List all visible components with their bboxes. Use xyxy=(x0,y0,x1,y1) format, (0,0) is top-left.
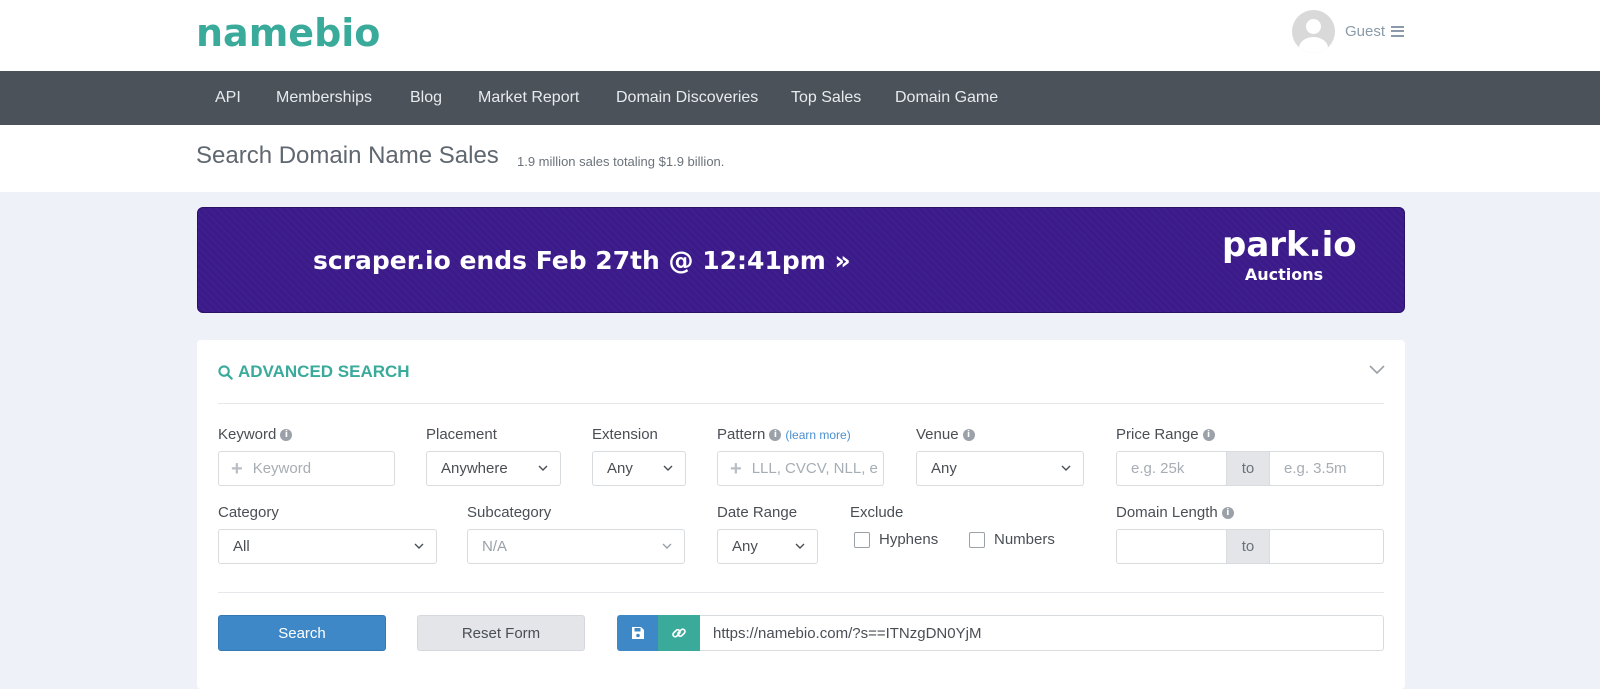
link-icon[interactable] xyxy=(658,615,700,651)
chevron-down-icon xyxy=(795,543,805,549)
plus-icon: + xyxy=(231,457,243,480)
extension-select[interactable]: Any xyxy=(592,451,686,486)
share-url-input[interactable]: https://namebio.com/?s==ITNzgDN0YjM xyxy=(700,615,1384,651)
search-button[interactable]: Search xyxy=(218,615,386,651)
advanced-search-panel: ADVANCED SEARCH Keyword i Placement Exten… xyxy=(197,340,1405,689)
advanced-search-toggle[interactable]: ADVANCED SEARCH xyxy=(218,362,410,382)
info-icon: i xyxy=(769,428,782,441)
advanced-search-title: ADVANCED SEARCH xyxy=(238,362,410,381)
reset-form-button[interactable]: Reset Form xyxy=(417,615,585,651)
nav-item-domain-discoveries[interactable]: Domain Discoveries xyxy=(616,71,758,125)
category-label: Category xyxy=(218,504,279,521)
exclude-numbers-checkbox[interactable]: Numbers xyxy=(969,531,1055,548)
keyword-label: Keyword i xyxy=(218,426,293,443)
nav-item-top-sales[interactable]: Top Sales xyxy=(791,71,861,125)
domain-length-to: to xyxy=(1227,529,1269,564)
hamburger-menu-icon[interactable] xyxy=(1391,25,1405,37)
chevron-down-icon xyxy=(662,543,672,549)
nav-item-domain-game[interactable]: Domain Game xyxy=(895,71,998,125)
nav-item-api[interactable]: API xyxy=(215,71,241,125)
domain-length-max-input[interactable] xyxy=(1269,529,1384,564)
subcategory-label: Subcategory xyxy=(467,504,552,521)
plus-icon: + xyxy=(730,457,742,480)
auction-banner[interactable]: scraper.io ends Feb 27th @ 12:41pm » par… xyxy=(197,207,1405,313)
info-icon: i xyxy=(1202,428,1215,441)
placement-label: Placement xyxy=(426,426,497,443)
nav-item-blog[interactable]: Blog xyxy=(410,71,442,125)
chevron-down-icon[interactable] xyxy=(1369,365,1385,375)
info-icon: i xyxy=(280,428,293,441)
page-header: Search Domain Name Sales 1.9 million sal… xyxy=(0,125,1600,192)
price-max-input[interactable]: e.g. 3.5m xyxy=(1269,451,1384,486)
user-name[interactable]: Guest xyxy=(1345,23,1385,40)
venue-select[interactable]: Any xyxy=(916,451,1084,486)
page-subtitle: 1.9 million sales totaling $1.9 billion. xyxy=(517,154,725,169)
info-icon: i xyxy=(1221,506,1234,519)
info-icon: i xyxy=(962,428,975,441)
learn-more-link[interactable]: (learn more) xyxy=(785,428,850,442)
keyword-input[interactable]: + Keyword xyxy=(218,451,395,486)
price-range-label: Price Range i xyxy=(1116,426,1215,443)
avatar-icon[interactable] xyxy=(1292,9,1335,53)
date-range-label: Date Range xyxy=(717,504,798,521)
share-url-group: https://namebio.com/?s==ITNzgDN0YjM xyxy=(617,615,1384,651)
subcategory-select[interactable]: N/A xyxy=(467,529,685,564)
chevron-down-icon xyxy=(663,465,673,471)
venue-label: Venue i xyxy=(916,426,975,443)
page-title: Search Domain Name Sales xyxy=(196,142,499,169)
banner-text: scraper.io ends Feb 27th @ 12:41pm » xyxy=(313,246,851,275)
chevron-down-icon xyxy=(538,465,548,471)
date-range-select[interactable]: Any xyxy=(717,529,818,564)
chevron-down-icon xyxy=(414,543,424,549)
domain-length-min-input[interactable] xyxy=(1116,529,1227,564)
nav-item-market-report[interactable]: Market Report xyxy=(478,71,579,125)
banner-brand-name: park.io xyxy=(1222,225,1357,265)
exclude-label: Exclude xyxy=(850,504,904,521)
nav-item-memberships[interactable]: Memberships xyxy=(276,71,372,125)
search-icon xyxy=(218,364,233,380)
top-bar: namebio Guest xyxy=(0,0,1600,71)
extension-label: Extension xyxy=(592,426,658,443)
save-icon[interactable] xyxy=(617,615,658,651)
domain-length-label: Domain Length i xyxy=(1116,504,1234,521)
checkbox-box[interactable] xyxy=(969,531,985,548)
divider xyxy=(218,592,1384,593)
placement-select[interactable]: Anywhere xyxy=(426,451,561,486)
exclude-hyphens-checkbox[interactable]: Hyphens xyxy=(854,531,938,548)
user-menu[interactable]: Guest xyxy=(1292,9,1405,53)
divider xyxy=(218,403,1384,404)
namebio-logo[interactable]: namebio xyxy=(196,10,380,56)
category-select[interactable]: All xyxy=(218,529,437,564)
banner-brand-sub: Auctions xyxy=(1244,265,1324,284)
pattern-label: Pattern i (learn more) xyxy=(717,426,851,443)
pattern-input[interactable]: + LLL, CVCV, NLL, e xyxy=(717,451,884,486)
price-range-to: to xyxy=(1227,451,1269,486)
price-min-input[interactable]: e.g. 25k xyxy=(1116,451,1227,486)
banner-brand-logo: park.io Auctions xyxy=(1222,225,1357,285)
main-nav: API Memberships Blog Market Report Domai… xyxy=(0,71,1600,125)
chevron-down-icon xyxy=(1061,465,1071,471)
checkbox-box[interactable] xyxy=(854,531,870,548)
